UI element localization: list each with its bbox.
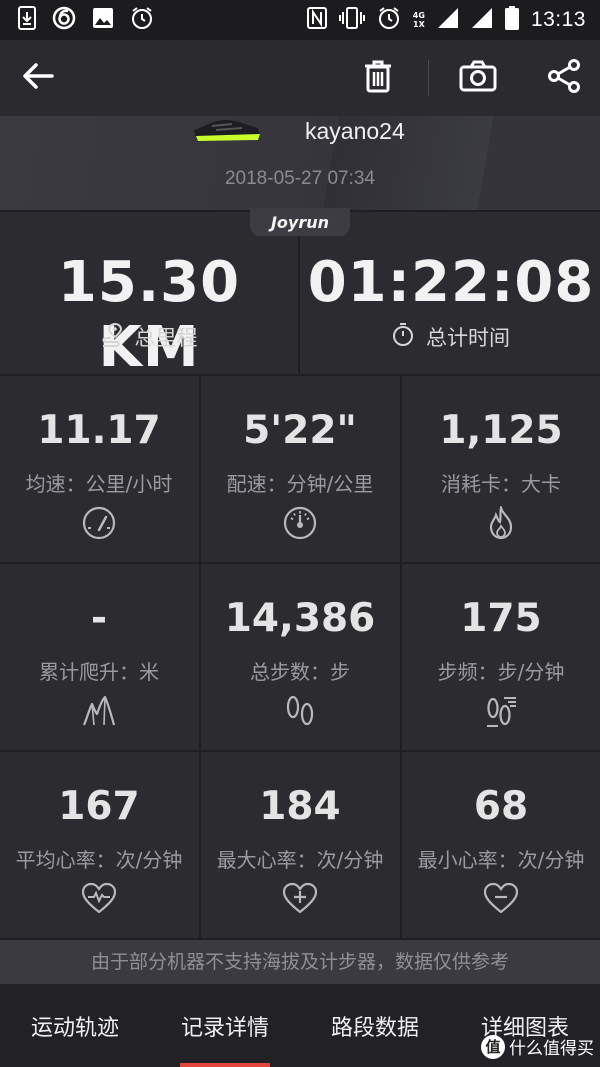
calories-label: 消耗卡：大卡: [441, 472, 561, 496]
status-bar-right: 4G 1X 13:13: [306, 6, 586, 34]
max-hr-label: 最大心率：次/分钟: [216, 848, 384, 872]
tab-record-details[interactable]: 记录详情: [150, 984, 300, 1067]
vibrate-icon: [338, 7, 365, 33]
data-disclaimer: 由于部分机器不支持海拔及计步器，数据仅供参考: [0, 940, 600, 984]
tab-track[interactable]: 运动轨迹: [0, 984, 150, 1067]
stat-cell-pace: 5'22" 配速：分钟/公里: [201, 376, 399, 562]
run-datetime: 2018-05-27 07:34: [224, 168, 375, 189]
signal-icon: [437, 7, 459, 33]
battery-icon: [504, 6, 519, 34]
distance-label-row: 总里程: [0, 322, 298, 352]
time-label-row: 总计时间: [302, 322, 600, 352]
stopwatch-icon: [392, 322, 414, 352]
tab-segment-data[interactable]: 路段数据: [300, 984, 450, 1067]
steps-label: 总步数：步: [250, 660, 350, 684]
pace-label: 配速：分钟/公里: [226, 472, 374, 496]
stat-cell-cadence: 175 步频：步/分钟: [402, 564, 600, 750]
share-icon: [547, 59, 581, 97]
network-type: 4G 1X: [413, 11, 425, 29]
pace-value: 5'22": [243, 408, 357, 453]
cadence-label: 步频：步/分钟: [437, 660, 565, 684]
stat-cell-elevation: - 累计爬升：米: [0, 564, 198, 750]
back-arrow-icon: [22, 62, 54, 94]
time-label: 总计时间: [426, 326, 510, 350]
avg-speed-value: 11.17: [37, 408, 161, 453]
avg-hr-value: 167: [58, 784, 140, 829]
stat-cell-avg-speed: 11.17 均速：公里/小时: [0, 376, 198, 562]
app-notification-icon: [52, 6, 76, 34]
stat-cell-avg-hr: 167 平均心率：次/分钟: [0, 752, 198, 938]
network-type-top: 4G: [412, 11, 425, 20]
time-summary: 01:22:08 总计时间: [302, 212, 600, 374]
elevation-label: 累计爬升：米: [39, 660, 159, 684]
stat-cell-min-hr: 68 最小心率：次/分钟: [402, 752, 600, 938]
download-icon: [18, 6, 36, 34]
max-hr-value: 184: [259, 784, 341, 829]
footprint-icon: [201, 694, 399, 728]
distance-value: 15.30 KM: [57, 250, 241, 380]
watermark-logo: 值: [481, 1034, 505, 1059]
avg-hr-label: 平均心率：次/分钟: [15, 848, 183, 872]
top-toolbar: [0, 40, 600, 116]
steps-value: 14,386: [224, 596, 376, 641]
calories-value: 1,125: [439, 408, 563, 453]
run-header: kayano24 2018-05-27 07:34: [0, 116, 600, 212]
signal-icon: [471, 7, 493, 33]
toolbar-divider: [428, 60, 429, 96]
flame-icon: [402, 506, 600, 540]
alarm-icon: [130, 6, 154, 34]
heart-plus-icon: [201, 882, 399, 914]
image-icon: [92, 7, 114, 33]
elevation-value: -: [90, 596, 108, 641]
tab-label: 记录详情: [180, 1016, 269, 1041]
stat-cell-max-hr: 184 最大心率：次/分钟: [201, 752, 399, 938]
avg-speed-label: 均速：公里/小时: [25, 472, 173, 496]
min-hr-value: 68: [473, 784, 529, 829]
screenshot-button[interactable]: [456, 58, 500, 98]
heart-pulse-icon: [0, 882, 198, 914]
delete-button[interactable]: [358, 58, 398, 98]
shoe-image: [192, 116, 262, 148]
tab-label: 路段数据: [330, 1016, 419, 1041]
time-value: 01:22:08: [307, 250, 595, 315]
status-bar: 4G 1X 13:13: [0, 0, 600, 40]
distance-label: 总里程: [134, 326, 198, 350]
pace-gauge-icon: [201, 506, 399, 540]
route-icon: [101, 322, 123, 352]
mountain-icon: [0, 694, 198, 728]
speedometer-icon: [0, 506, 198, 540]
stat-cell-calories: 1,125 消耗卡：大卡: [402, 376, 600, 562]
status-bar-left: [18, 6, 154, 34]
network-type-bottom: 1X: [413, 20, 425, 29]
back-button[interactable]: [18, 58, 58, 98]
share-button[interactable]: [544, 58, 584, 98]
min-hr-label: 最小心率：次/分钟: [417, 848, 585, 872]
heart-minus-icon: [402, 882, 600, 914]
grid-divider: [298, 212, 300, 374]
stat-cell-steps: 14,386 总步数：步: [201, 564, 399, 750]
step-frequency-icon: [402, 694, 600, 728]
nfc-icon: [306, 7, 327, 33]
clock: 13:13: [530, 8, 586, 31]
cadence-value: 175: [460, 596, 542, 641]
shoe-name: kayano24: [305, 118, 405, 144]
camera-icon: [459, 60, 497, 96]
watermark: 值 什么值得买: [481, 1034, 594, 1059]
tab-label: 运动轨迹: [30, 1016, 119, 1041]
distance-summary: 15.30 KM 总里程: [0, 212, 298, 380]
trash-icon: [363, 59, 393, 97]
run-detail-screen: 4G 1X 13:13 kayano24 2018-05-27 07:34 Jo…: [0, 0, 600, 1067]
alarm-icon: [377, 6, 401, 34]
watermark-text: 什么值得买: [509, 1039, 594, 1059]
